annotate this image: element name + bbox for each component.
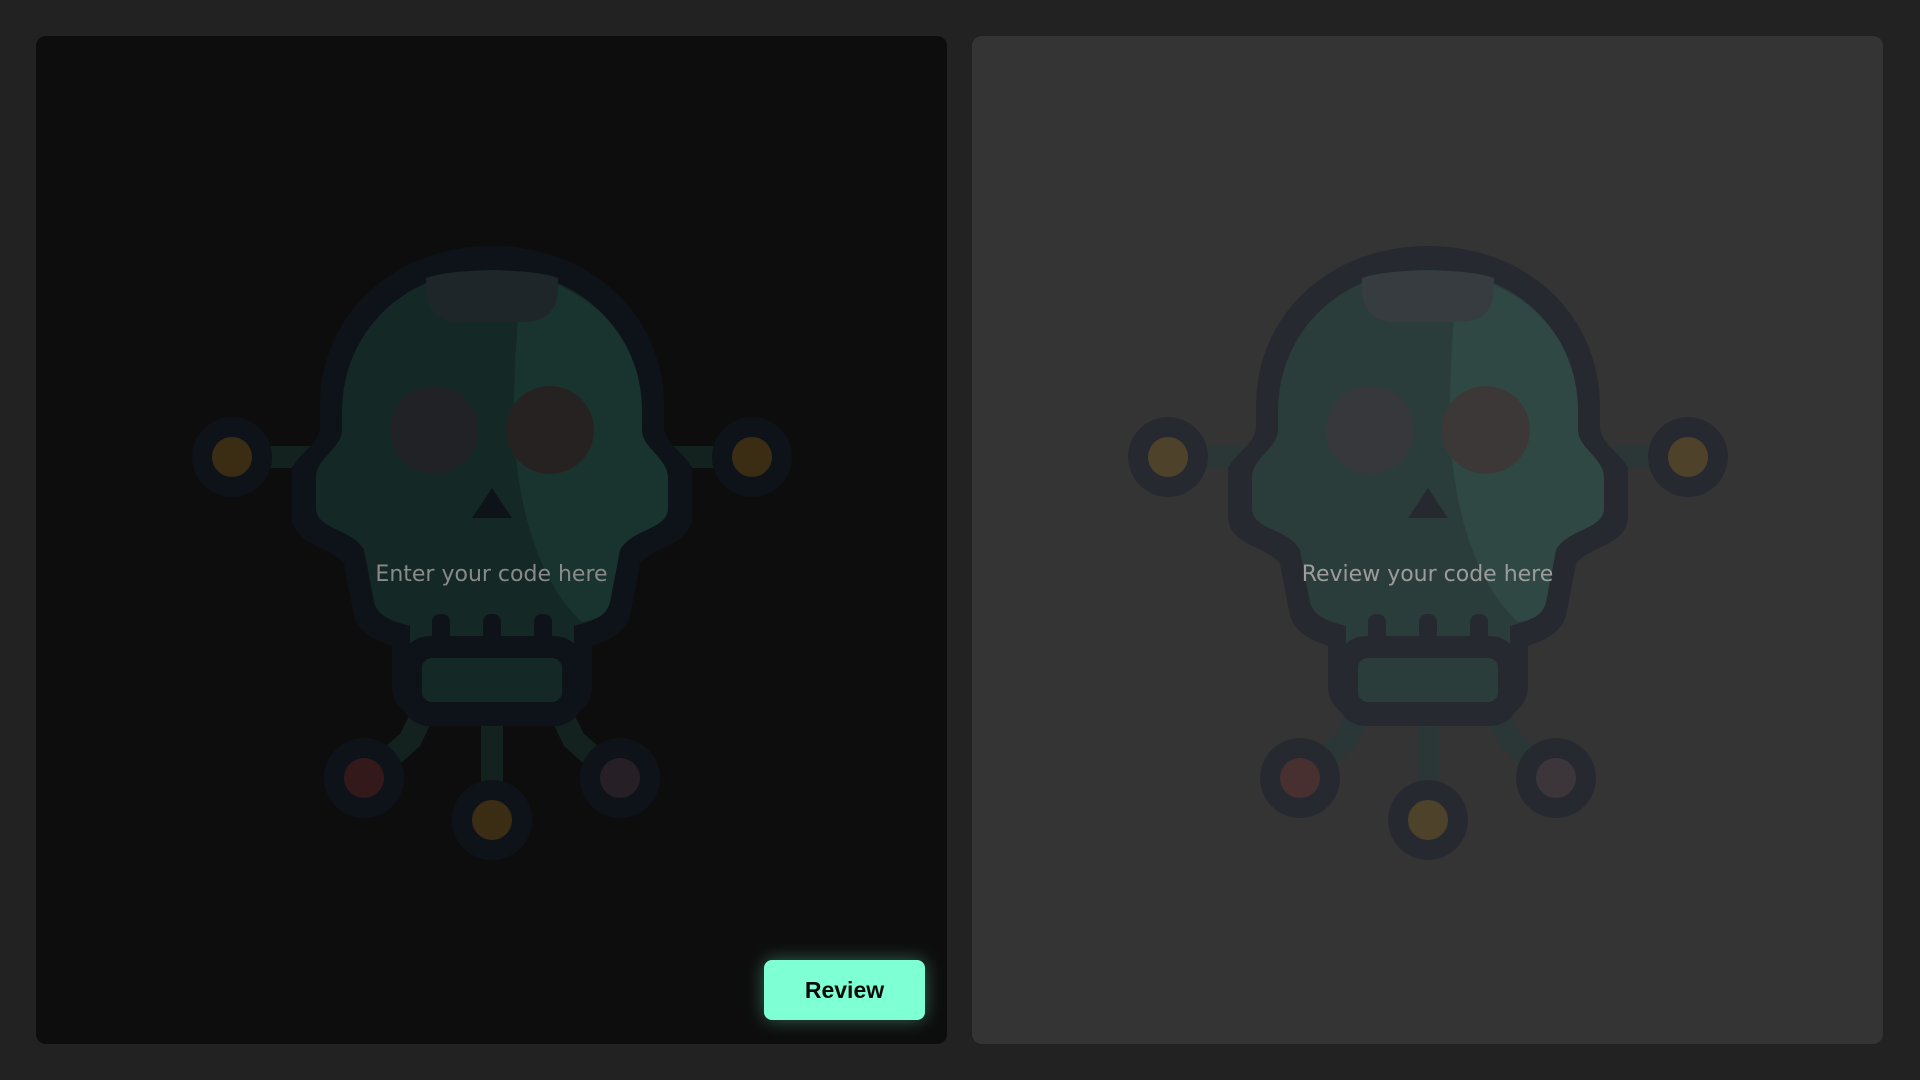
code-input[interactable] xyxy=(36,36,947,1044)
review-button[interactable]: Review xyxy=(764,960,925,1020)
code-review-app: Enter your code here Review Review your … xyxy=(0,0,1920,1080)
review-output-placeholder: Review your code here xyxy=(1301,562,1554,587)
code-editor-panel: Enter your code here Review xyxy=(36,36,947,1044)
review-output-panel[interactable]: Review your code here xyxy=(972,36,1883,1044)
